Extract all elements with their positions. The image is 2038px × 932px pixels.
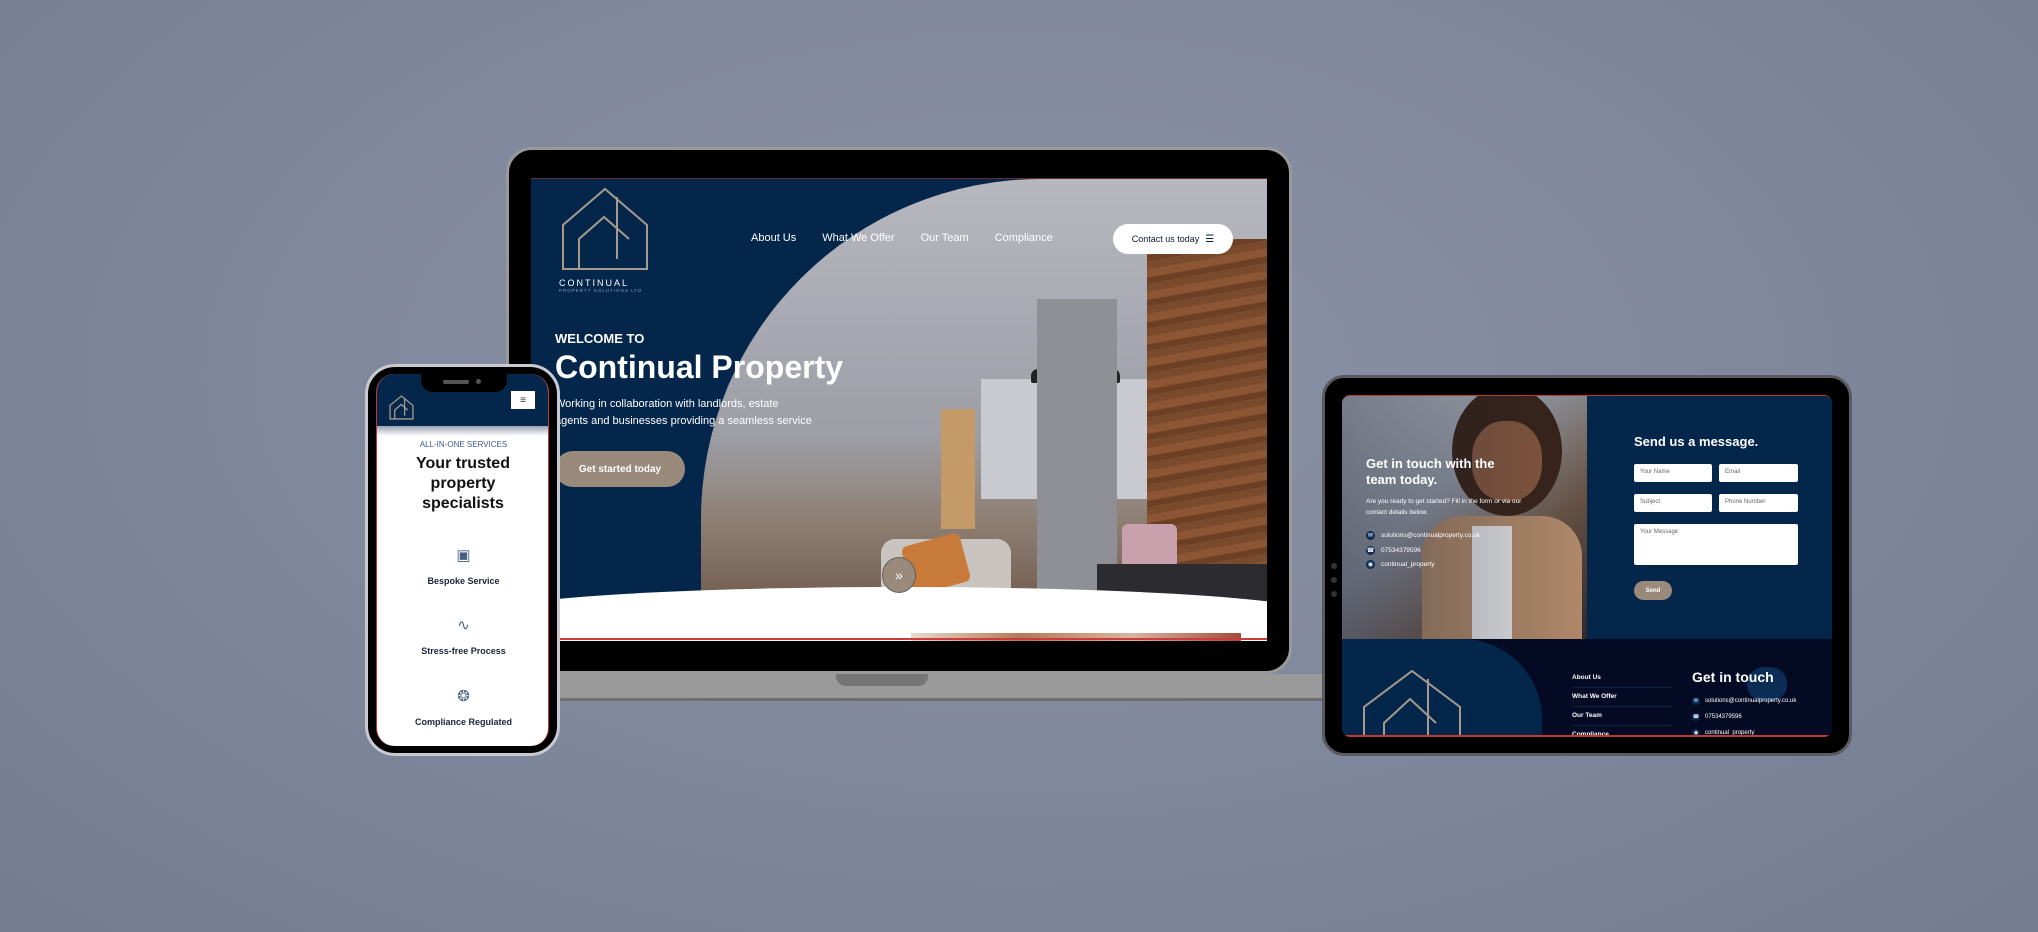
footer-email-value: solutions@continualproperty.co.uk (1705, 698, 1797, 704)
hero-subtitle: Working in collaboration with landlords,… (555, 396, 855, 430)
house-logo-icon (1363, 669, 1461, 737)
name-field[interactable]: Your Name (1634, 464, 1712, 482)
brand-tagline: PROPERTY SOLUTIONS LTD (559, 288, 643, 293)
form-heading: Send us a message. (1634, 434, 1759, 449)
hero-title: Continual Property (555, 349, 844, 385)
footer-phone-value: 07534379596 (1705, 714, 1742, 720)
message-form: Send us a message. Your Name Email Subje… (1587, 396, 1832, 639)
screen-accent-line (1342, 735, 1832, 737)
feature-label: Bespoke Service (427, 576, 500, 586)
site-footer: About Us What We Offer Our Team Complian… (1342, 639, 1832, 737)
phone-icon: ☎ (1366, 546, 1375, 555)
envelope-icon: ✉ (1366, 531, 1375, 540)
send-button[interactable]: Send (1634, 581, 1672, 600)
feature-bespoke-service: ▣ Bespoke Service (377, 546, 548, 586)
nav-compliance[interactable]: Compliance (995, 232, 1053, 244)
footer-link-about-us[interactable]: About Us (1572, 674, 1672, 688)
tablet-side-buttons (1331, 563, 1337, 605)
header-shadow (377, 426, 548, 436)
services-kicker: ALL-IN-ONE SERVICES (419, 440, 508, 449)
phone-number-field[interactable]: Phone Number (1719, 494, 1798, 512)
feature-stress-free-process: ∿ Stress-free Process (377, 616, 548, 656)
contact-text: Are you ready to get started? Fill in th… (1366, 498, 1522, 516)
footer-link-what-we-offer[interactable]: What We Offer (1572, 693, 1672, 707)
instagram-icon: ◉ (1366, 560, 1375, 569)
laptop-screen: CONTINUAL PROPERTY SOLUTIONS LTD About U… (531, 178, 1267, 641)
hero-subtitle-line-2: agents and businesses providing a seamle… (555, 415, 812, 427)
house-logo-icon (389, 395, 414, 420)
get-started-button[interactable]: Get started today (555, 451, 685, 487)
contact-us-label: Contact us today (1131, 234, 1200, 244)
contact-us-button[interactable]: Contact us today ☰ (1113, 224, 1233, 254)
nav-about-us[interactable]: About Us (751, 232, 796, 244)
hamburger-menu-icon: ☰ (1205, 233, 1215, 245)
contact-heading: Get in touch with the team today. (1366, 456, 1495, 487)
nav-our-team[interactable]: Our Team (921, 232, 969, 244)
award-badge-icon: ❂ (457, 688, 470, 705)
house-logo-icon (562, 187, 648, 270)
line-chart-icon: ∿ (457, 617, 470, 634)
bars-stack-icon: ▣ (456, 547, 471, 564)
brand-name: CONTINUAL (559, 278, 630, 288)
screen-accent-line (531, 638, 1267, 640)
contact-email-value: solutions@continualproperty.co.uk (1381, 532, 1480, 539)
nav-what-we-offer[interactable]: What We Offer (822, 232, 894, 244)
email-field[interactable]: Email (1719, 464, 1798, 482)
footer-phone[interactable]: ☎ 07534379596 (1692, 713, 1742, 721)
tablet-screen: Get in touch with the team today. Are yo… (1342, 395, 1832, 737)
contact-phone[interactable]: ☎ 07534379596 (1366, 546, 1421, 555)
phone-icon: ☎ (1692, 713, 1700, 721)
feature-label: Compliance Regulated (414, 717, 513, 727)
contact-email[interactable]: ✉ solutions@continualproperty.co.uk (1366, 531, 1480, 540)
feature-label: Stress-free Process (421, 646, 506, 656)
feature-compliance-regulated: ❂ Compliance Regulated (377, 687, 548, 727)
hero-kicker: WELCOME TO (555, 331, 645, 346)
hamburger-menu-icon[interactable]: ≡ (511, 391, 535, 409)
envelope-icon: ✉ (1692, 697, 1700, 705)
footer-link-our-team[interactable]: Our Team (1572, 712, 1672, 726)
contact-instagram-value: continual_property (1381, 561, 1435, 568)
laptop-notch (836, 674, 928, 686)
subject-field[interactable]: Subject (1634, 494, 1712, 512)
brand-logo[interactable]: CONTINUAL PROPERTY SOLUTIONS LTD (559, 187, 659, 297)
phone-screen: ≡ ALL-IN-ONE SERVICES Your trusted prope… (376, 374, 549, 746)
footer-heading: Get in touch (1692, 669, 1774, 685)
services-title: Your trusted property specialists (416, 455, 510, 512)
double-chevron-down-icon[interactable]: » (882, 557, 916, 593)
phone-camera (476, 379, 481, 384)
hero-subtitle-line-1: Working in collaboration with landlords,… (555, 398, 779, 410)
laptop-base (556, 674, 1326, 701)
phone-speaker (443, 380, 469, 384)
message-field[interactable]: Your Message (1634, 524, 1798, 565)
contact-phone-value: 07534379596 (1381, 547, 1421, 554)
main-nav: About Us What We Offer Our Team Complian… (751, 232, 1053, 244)
contact-instagram[interactable]: ◉ continual_property (1366, 560, 1434, 569)
phone-notch (421, 374, 507, 392)
footer-email[interactable]: ✉ solutions@continualproperty.co.uk (1692, 697, 1796, 705)
